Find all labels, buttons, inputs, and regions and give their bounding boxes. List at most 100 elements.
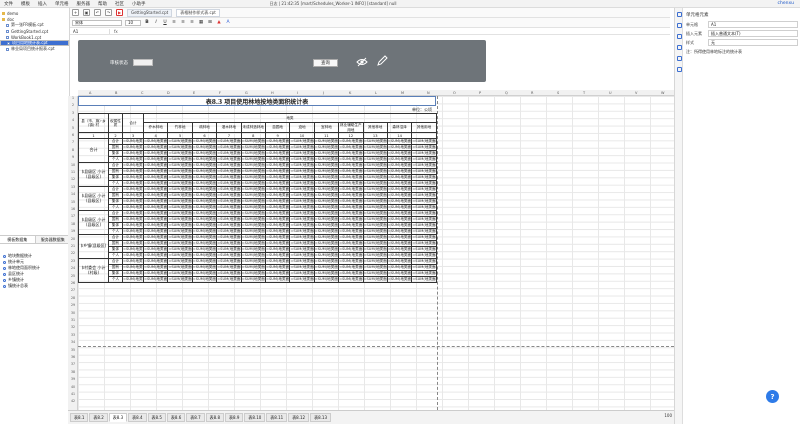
- data-cell[interactable]: =SUM(地类面积): [142, 204, 169, 211]
- data-cell[interactable]: =SUM(地类面积): [386, 144, 413, 151]
- data-cell[interactable]: =SUM(地类面积): [142, 186, 169, 193]
- data-cell[interactable]: =SUM(地类面积): [362, 240, 388, 247]
- sheet-tab[interactable]: 表8.1: [70, 413, 89, 422]
- data-cell[interactable]: =SUM(地类面积): [167, 276, 193, 283]
- data-cell[interactable]: =SUM(地类面积): [338, 252, 364, 259]
- header-place[interactable]: 县（市、旗）·乡(镇)·村: [78, 113, 109, 133]
- zoom-level[interactable]: 100: [664, 413, 672, 418]
- header-column[interactable]: 林业辅助生产用地: [338, 122, 364, 133]
- style-select[interactable]: 无: [708, 39, 798, 46]
- data-cell[interactable]: =SUM(地类面积): [386, 258, 413, 265]
- data-cell[interactable]: =SUM(地类面积): [142, 156, 169, 163]
- row-number[interactable]: 17: [68, 214, 78, 218]
- data-cell[interactable]: =SUM(地类面积): [122, 222, 144, 229]
- header-land-type[interactable]: 地类: [143, 113, 437, 123]
- data-cell[interactable]: =SUM(地类面积): [191, 138, 218, 145]
- data-cell[interactable]: =SUM(地类面积): [289, 162, 315, 169]
- data-cell[interactable]: =SUM(地类面积): [264, 270, 291, 277]
- data-cell[interactable]: =SUM(地类面积): [313, 168, 340, 175]
- data-cell[interactable]: =SUM(地类面积): [264, 180, 291, 187]
- sheet-tab[interactable]: 表8.6: [166, 413, 186, 422]
- data-cell[interactable]: =SUM(地类面积): [264, 204, 291, 211]
- row-number[interactable]: 16: [68, 207, 78, 211]
- data-cell[interactable]: =SUM(地类面积): [240, 144, 266, 151]
- data-cell[interactable]: =SUM(地类面积): [191, 234, 218, 241]
- data-cell[interactable]: =SUM(地类面积): [240, 204, 266, 211]
- group-name[interactable]: $乡镇(县级区): [78, 234, 109, 259]
- data-cell[interactable]: =SUM(地类面积): [216, 264, 242, 271]
- data-cell[interactable]: =SUM(地类面积): [362, 138, 388, 145]
- help-button[interactable]: ?: [766, 390, 779, 403]
- data-cell[interactable]: =SUM(地类面积): [122, 144, 144, 151]
- sheet-tab[interactable]: 表8.7: [186, 413, 205, 422]
- user-name[interactable]: chenxu: [778, 1, 794, 6]
- data-cell[interactable]: =SUM(地类面积): [264, 246, 291, 253]
- data-cell[interactable]: =SUM(地类面积): [362, 270, 388, 277]
- data-cell[interactable]: =SUM(地类面积): [142, 162, 169, 169]
- data-cell[interactable]: =SUM(地类面积): [216, 222, 242, 229]
- data-cell[interactable]: =SUM(地类面积): [338, 228, 364, 235]
- data-cell[interactable]: =SUM(地类面积): [240, 264, 266, 271]
- data-cell[interactable]: =SUM(地类面积): [240, 258, 266, 265]
- data-cell[interactable]: =SUM(地类面积): [142, 138, 169, 145]
- data-cell[interactable]: =SUM(地类面积): [338, 258, 364, 265]
- data-cell[interactable]: =SUM(地类面积): [386, 252, 413, 259]
- data-cell[interactable]: =SUM(地类面积): [362, 198, 388, 205]
- data-cell[interactable]: =SUM(地类面积): [216, 234, 242, 241]
- cell-style-icon[interactable]: [676, 34, 682, 39]
- data-cell[interactable]: =SUM(地类面积): [411, 192, 437, 199]
- data-cell[interactable]: =SUM(地类面积): [216, 258, 242, 265]
- data-cell[interactable]: =SUM(地类面积): [386, 204, 413, 211]
- row-number[interactable]: 27: [68, 288, 78, 292]
- row-number[interactable]: 36: [68, 355, 78, 359]
- data-cell[interactable]: =SUM(地类面积): [338, 186, 364, 193]
- data-cell[interactable]: =SUM(地类面积): [313, 270, 340, 277]
- insert-element-select[interactable]: 插入普通文本(T): [708, 30, 798, 37]
- header-column[interactable]: 其他林地: [362, 122, 388, 133]
- data-cell[interactable]: =SUM(地类面积): [167, 144, 193, 151]
- row-number[interactable]: 3: [68, 111, 78, 115]
- data-cell[interactable]: =SUM(地类面积): [386, 138, 413, 145]
- header-column[interactable]: 疏林地: [191, 122, 218, 133]
- data-cell[interactable]: =SUM(地类面积): [122, 192, 144, 199]
- data-cell[interactable]: =SUM(地类面积): [142, 198, 169, 205]
- data-cell[interactable]: =SUM(地类面积): [362, 276, 388, 283]
- menu-server[interactable]: 服务器: [73, 1, 95, 7]
- header-ownership[interactable]: 权属性质: [108, 113, 123, 133]
- data-cell[interactable]: =SUM(地类面积): [386, 156, 413, 163]
- data-cell[interactable]: =SUM(地类面积): [167, 150, 193, 157]
- data-cell[interactable]: =SUM(地类面积): [122, 150, 144, 157]
- data-cell[interactable]: =SUM(地类面积): [411, 210, 437, 217]
- data-cell[interactable]: =SUM(地类面积): [313, 276, 340, 283]
- row-number[interactable]: 7: [68, 140, 78, 144]
- header-column[interactable]: 未成林造林地: [240, 122, 266, 133]
- header-column[interactable]: 其他用地: [411, 122, 437, 133]
- data-cell[interactable]: =SUM(地类面积): [167, 222, 193, 229]
- data-cell[interactable]: =SUM(地类面积): [362, 204, 388, 211]
- row-number[interactable]: 22: [68, 251, 78, 255]
- data-cell[interactable]: =SUM(地类面积): [167, 168, 193, 175]
- data-cell[interactable]: =SUM(地类面积): [216, 204, 242, 211]
- data-cell[interactable]: =SUM(地类面积): [289, 210, 315, 217]
- data-cell[interactable]: =SUM(地类面积): [411, 162, 437, 169]
- row-number[interactable]: 29: [68, 303, 78, 307]
- data-cell[interactable]: =SUM(地类面积): [289, 204, 315, 211]
- data-cell[interactable]: =SUM(地类面积): [264, 174, 291, 181]
- data-cell[interactable]: =SUM(地类面积): [289, 216, 315, 223]
- sheet-tab[interactable]: 表8.5: [147, 413, 166, 422]
- row-number[interactable]: 6: [68, 133, 78, 137]
- cell-attr-icon[interactable]: [676, 23, 682, 28]
- data-cell[interactable]: =SUM(地类面积): [191, 204, 218, 211]
- data-cell[interactable]: =SUM(地类面积): [122, 210, 144, 217]
- report-title[interactable]: 表8.3 项目使用林地按地类面积统计表: [78, 96, 436, 106]
- group-name[interactable]: 合计: [78, 138, 109, 163]
- undo-icon[interactable]: ↶: [94, 9, 101, 16]
- cell-value-field[interactable]: A1: [708, 21, 798, 28]
- data-cell[interactable]: =SUM(地类面积): [167, 252, 193, 259]
- data-cell[interactable]: =SUM(地类面积): [411, 240, 437, 247]
- row-number[interactable]: 34: [68, 340, 78, 344]
- data-cell[interactable]: =SUM(地类面积): [240, 168, 266, 175]
- menu-assistant[interactable]: 小助手: [128, 1, 150, 7]
- data-cell[interactable]: =SUM(地类面积): [240, 222, 266, 229]
- data-cell[interactable]: =SUM(地类面积): [264, 240, 291, 247]
